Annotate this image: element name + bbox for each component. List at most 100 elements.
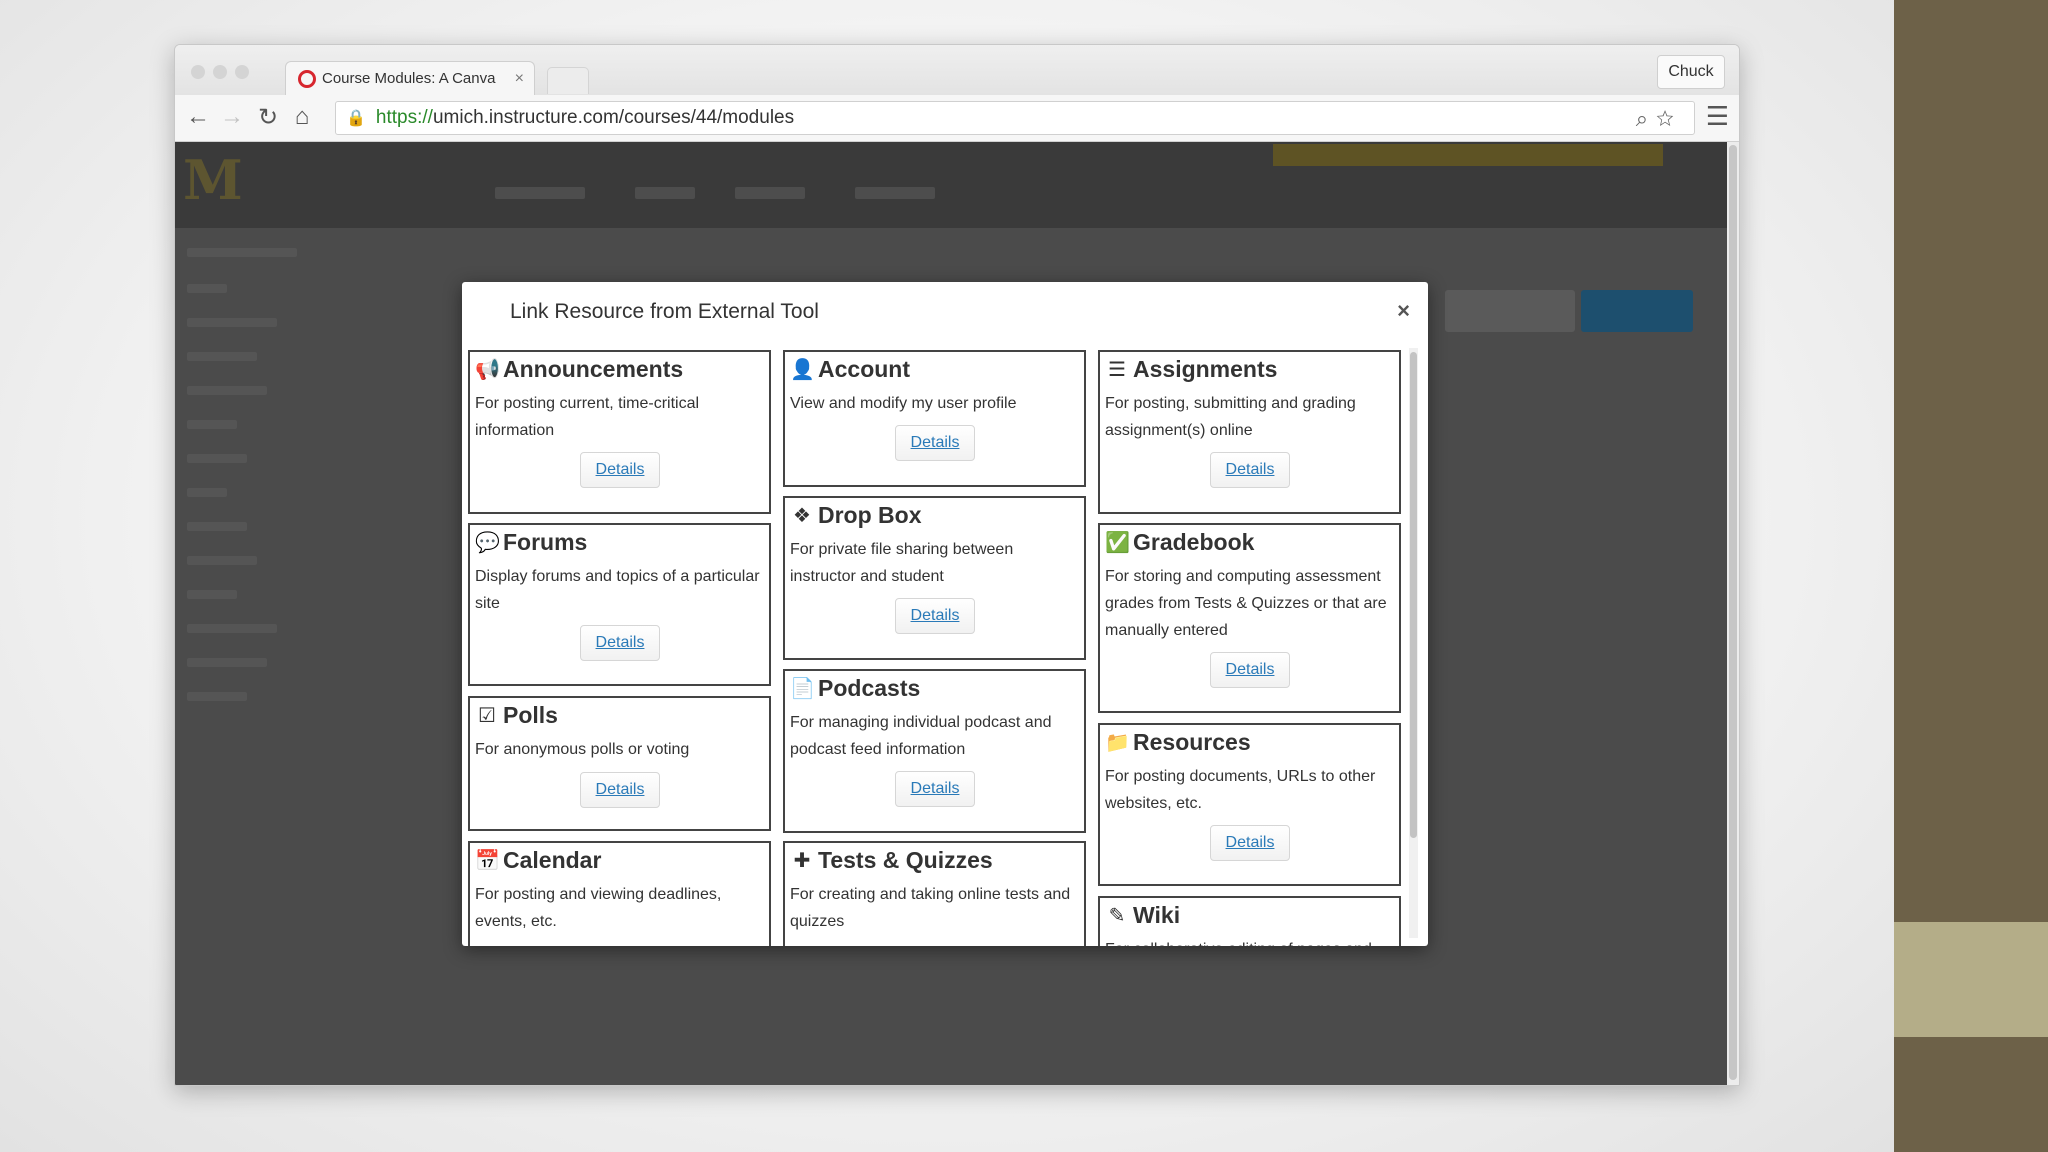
sidebar-placeholder xyxy=(187,386,267,395)
forward-arrow-icon[interactable]: → xyxy=(217,103,247,131)
close-window-dot[interactable] xyxy=(191,65,205,79)
header-nav-placeholder xyxy=(855,187,935,199)
header-nav-placeholder xyxy=(495,187,585,199)
dialog-scrollbar-thumb[interactable] xyxy=(1410,352,1417,838)
tool-description: For private file sharing between instruc… xyxy=(790,541,1014,585)
sidebar-placeholder xyxy=(187,692,247,701)
tool-card-account[interactable]: 👤 Account View and modify my user profile… xyxy=(783,350,1086,487)
zoom-and-bookmark-icons[interactable]: ⌕☆ xyxy=(1636,106,1682,132)
podcast-file-icon: 📄 xyxy=(790,677,815,700)
tool-card-resources[interactable]: 📁 Resources For posting documents, URLs t… xyxy=(1098,723,1401,886)
tab-close-icon[interactable]: × xyxy=(515,70,524,88)
browser-toolbar: ← → ↻ ⌂ 🔒 https://umich.instructure.com/… xyxy=(175,95,1739,142)
tool-card-drop-box[interactable]: ❖ Drop Box For private file sharing betwe… xyxy=(783,496,1086,660)
sidebar-placeholder xyxy=(187,522,247,531)
canvas-favicon-icon xyxy=(298,69,316,88)
hamburger-menu-icon[interactable]: ☰ xyxy=(1706,101,1729,132)
zoom-window-dot[interactable] xyxy=(235,65,249,79)
university-logo: M xyxy=(183,148,243,212)
header-nav-placeholder xyxy=(735,187,805,199)
tool-name: Assignments xyxy=(1133,356,1278,382)
slide-accent-block xyxy=(1894,922,2048,1037)
sidebar-placeholder xyxy=(187,420,237,429)
tool-card-announcements[interactable]: 📢 Announcements For posting current, time… xyxy=(468,350,771,514)
tool-description: For managing individual podcast and podc… xyxy=(790,714,1052,758)
sidebar-placeholder xyxy=(187,248,297,257)
tool-name: Tests & Quizzes xyxy=(818,847,993,873)
sidebar-placeholder xyxy=(187,352,257,361)
dialog-title: Link Resource from External Tool xyxy=(510,300,819,323)
dropbox-icon: ❖ xyxy=(793,504,811,527)
back-arrow-icon[interactable]: ← xyxy=(183,103,213,131)
page-scrollbar-thumb[interactable] xyxy=(1729,145,1737,1080)
tool-name: Account xyxy=(818,356,910,382)
external-tool-dialog: Link Resource from External Tool × 📢 Anno… xyxy=(462,282,1428,946)
tool-name: Wiki xyxy=(1133,902,1181,928)
sidebar-placeholder xyxy=(187,284,227,293)
edit-icon: ✎ xyxy=(1108,904,1126,927)
new-tab-button[interactable] xyxy=(547,67,589,94)
tool-card-tests-quizzes[interactable]: ✚ Tests & Quizzes For creating and taking… xyxy=(783,841,1086,946)
details-button[interactable]: Details xyxy=(580,452,660,488)
sidebar-placeholder xyxy=(187,556,257,565)
tool-name: Polls xyxy=(503,702,558,728)
minimize-window-dot[interactable] xyxy=(213,65,227,79)
browser-tab[interactable]: Course Modules: A Canva × xyxy=(285,61,535,95)
tool-card-polls[interactable]: ☑ Polls For anonymous polls or voting Det… xyxy=(468,696,771,831)
tool-name: Podcasts xyxy=(818,675,921,701)
sidebar-placeholder xyxy=(187,318,277,327)
puzzle-icon: ✚ xyxy=(793,849,811,872)
tool-card-wiki[interactable]: ✎ Wiki For collaborative editing of pages… xyxy=(1098,896,1401,946)
details-button[interactable]: Details xyxy=(580,625,660,661)
reload-icon[interactable]: ↻ xyxy=(253,103,283,132)
tool-card-forums[interactable]: 💬 Forums Display forums and topics of a p… xyxy=(468,523,771,686)
details-button[interactable]: Details xyxy=(1210,825,1290,861)
address-bar[interactable]: 🔒 https://umich.instructure.com/courses/… xyxy=(335,101,1695,135)
sidebar-placeholder xyxy=(187,624,277,633)
folder-icon: 📁 xyxy=(1105,731,1130,754)
profile-button[interactable]: Chuck xyxy=(1657,55,1725,89)
home-icon[interactable]: ⌂ xyxy=(287,103,317,131)
tool-card-calendar[interactable]: 📅 Calendar For posting and viewing deadli… xyxy=(468,841,771,946)
list-icon: ☰ xyxy=(1108,358,1126,381)
tab-title: Course Modules: A Canva xyxy=(322,70,496,87)
details-button[interactable]: Details xyxy=(895,598,975,634)
comments-icon: 💬 xyxy=(475,531,500,554)
tool-description: For storing and computing assessment gra… xyxy=(1105,568,1387,639)
details-button[interactable]: Details xyxy=(1210,652,1290,688)
checkbox-icon: ☑ xyxy=(478,704,496,727)
tool-name: Forums xyxy=(503,529,588,555)
tool-description: View and modify my user profile xyxy=(790,395,1017,412)
megaphone-icon: 📢 xyxy=(475,358,500,381)
details-button[interactable]: Details xyxy=(895,425,975,461)
tool-name: Resources xyxy=(1133,729,1251,755)
tool-description: For anonymous polls or voting xyxy=(475,741,690,758)
lock-icon: 🔒 xyxy=(346,110,366,127)
tab-strip: Course Modules: A Canva × Chuck xyxy=(175,45,1739,95)
tool-name: Announcements xyxy=(503,356,684,382)
tool-name: Calendar xyxy=(503,847,602,873)
page-action-button xyxy=(1445,290,1575,332)
sidebar-placeholder xyxy=(187,590,237,599)
tool-name: Gradebook xyxy=(1133,529,1255,555)
tool-name: Drop Box xyxy=(818,502,922,528)
tool-description: For creating and taking online tests and… xyxy=(790,886,1071,930)
url-path: umich.instructure.com/courses/44/modules xyxy=(432,107,795,128)
sidebar-placeholder xyxy=(187,658,267,667)
close-icon[interactable]: × xyxy=(1397,298,1410,324)
tool-description: For collaborative editing of pages and xyxy=(1105,936,1391,946)
details-button[interactable]: Details xyxy=(580,772,660,808)
page-primary-button xyxy=(1581,290,1693,332)
details-button[interactable]: Details xyxy=(1210,452,1290,488)
check-square-icon: ✅ xyxy=(1105,531,1130,554)
tool-description: Display forums and topics of a particula… xyxy=(475,568,760,612)
header-nav-placeholder xyxy=(635,187,695,199)
tool-card-assignments[interactable]: ☰ Assignments For posting, submitting and… xyxy=(1098,350,1401,514)
sidebar-placeholder xyxy=(187,454,247,463)
tool-card-gradebook[interactable]: ✅ Gradebook For storing and computing ass… xyxy=(1098,523,1401,713)
tool-card-podcasts[interactable]: 📄 Podcasts For managing individual podcas… xyxy=(783,669,1086,833)
calendar-icon: 📅 xyxy=(475,849,500,872)
user-icon: 👤 xyxy=(790,358,815,381)
tool-description: For posting and viewing deadlines, event… xyxy=(475,886,722,930)
details-button[interactable]: Details xyxy=(895,771,975,807)
